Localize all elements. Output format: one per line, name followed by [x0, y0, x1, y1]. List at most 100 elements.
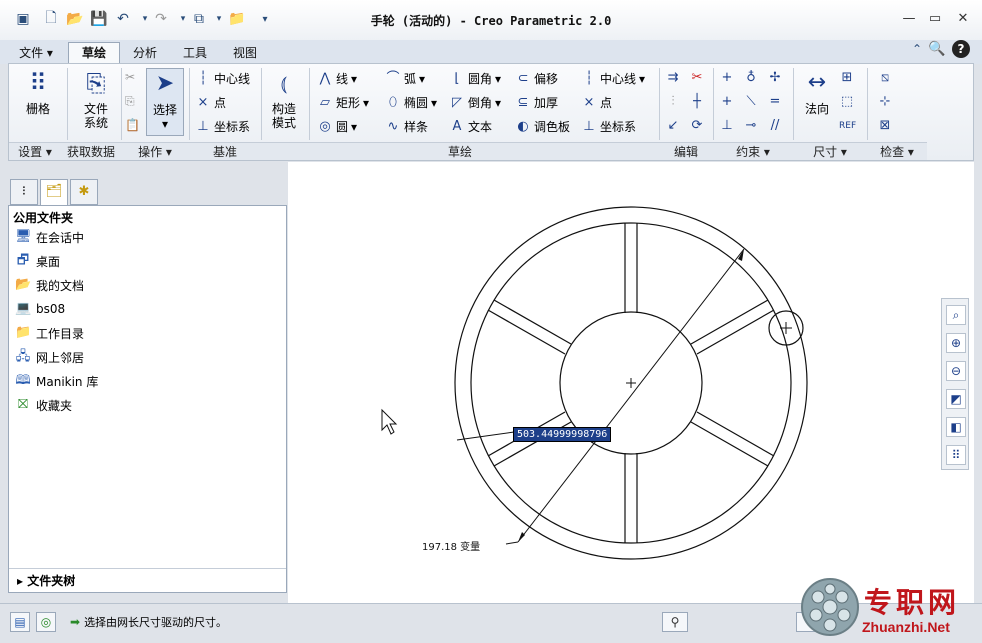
close-icon[interactable]: ✕ — [952, 10, 974, 28]
tab-tools[interactable]: 工具 — [172, 42, 218, 64]
fillet-button[interactable]: ⌊ 圆角 ▾ — [449, 70, 501, 87]
construction-mode-button[interactable]: ⦅ 构造 模式 — [263, 68, 305, 130]
search-icon[interactable]: 🔍 — [928, 40, 946, 58]
folder-tree-toggle[interactable]: ▸ 文件夹树 — [9, 568, 286, 592]
group-constraints[interactable]: 约束 ▾ — [713, 142, 793, 160]
tab-file[interactable]: 文件 ▾ — [10, 42, 62, 64]
refit-icon[interactable]: ⌕ — [946, 305, 966, 325]
vertical-constraint-icon[interactable]: + — [719, 70, 735, 86]
binoculars-icon[interactable]: ⚲ — [662, 612, 688, 632]
spline-button[interactable]: ∿ 样条 — [385, 118, 428, 135]
file-system-button[interactable]: ⎘ 文件 系统 — [69, 68, 123, 130]
normal-dimension-button[interactable]: ↔ 法向 — [797, 68, 837, 116]
offset-button[interactable]: ⊂ 偏移 — [515, 70, 558, 87]
sketch-point-button[interactable]: × 点 — [581, 94, 612, 111]
midpoint-constraint-icon[interactable]: ⟍ — [743, 94, 759, 110]
network-icon: 🖧 — [15, 349, 31, 364]
ribbon-collapse-icon[interactable]: ⌃ — [908, 40, 926, 58]
minimize-icon[interactable]: — — [898, 10, 920, 28]
navigator-toggle-icon[interactable]: ▤ — [10, 612, 30, 632]
sketch-display-icon[interactable]: ⠿ — [946, 445, 966, 465]
chamfer-button[interactable]: ◸ 倒角 ▾ — [449, 94, 501, 111]
tangent-constraint-icon[interactable]: ♁ — [743, 70, 759, 86]
title-bar: ▣ 🗋 📂 💾 ↶ ▾ ↷ ▾ ⧉ ▾ 📁 ▾ 手轮 (活动的) - Creo … — [0, 0, 982, 40]
favorites-tab[interactable]: ✱ — [70, 179, 98, 205]
mirror-icon[interactable]: ⫶ — [665, 94, 681, 110]
offset-icon: ⊂ — [517, 70, 529, 86]
select-button[interactable]: ➤ 选择 ▾ — [146, 68, 184, 136]
tab-view[interactable]: 视图 — [222, 42, 268, 64]
copy-icon[interactable]: ⎘ — [125, 94, 135, 109]
overlapping-geometry-icon[interactable]: ⧅ — [877, 70, 893, 86]
select-arrow-icon: ➤ — [155, 71, 175, 96]
list-item[interactable]: 🕮 Manikin 库 — [15, 371, 98, 391]
list-item[interactable]: 🖥 在会话中 — [15, 227, 84, 247]
paste-icon[interactable]: 📋 — [125, 118, 140, 132]
ellipse-button[interactable]: ⬯ 椭圆 ▾ — [385, 94, 437, 111]
line-button[interactable]: ⋀ 线 ▾ — [317, 70, 357, 87]
coincident-constraint-icon[interactable]: ⊸ — [743, 118, 759, 134]
group-dimension[interactable]: 尺寸 ▾ — [793, 142, 867, 160]
group-settings[interactable]: 设置 ▾ — [9, 142, 61, 160]
text-button[interactable]: A 文本 — [449, 118, 492, 135]
arc-button[interactable]: ⌒ 弧 ▾ — [385, 70, 425, 87]
datum-coordsys-button[interactable]: ⊥ 坐标系 — [195, 118, 250, 135]
circle-button[interactable]: ◎ 圆 ▾ — [317, 118, 357, 135]
tab-analysis[interactable]: 分析 — [122, 42, 168, 64]
chamfer-icon: ◸ — [452, 94, 462, 110]
equal-constraint-icon[interactable]: = — [767, 94, 783, 110]
reference-dim-icon[interactable]: REF — [839, 118, 856, 134]
list-item[interactable]: 🖧 网上邻居 — [15, 347, 84, 367]
perimeter-dim-icon[interactable]: ⊞ — [839, 70, 855, 86]
tab-sketch[interactable]: 草绘 — [68, 42, 120, 64]
list-item[interactable]: ⛝ 收藏夹 — [15, 395, 72, 415]
help-icon[interactable]: ? — [952, 40, 970, 58]
delete-segment-icon[interactable]: ⟳ — [689, 118, 705, 134]
divide-icon[interactable]: ✂ — [689, 70, 705, 86]
construction-icon: ⦅ — [280, 71, 288, 95]
sketch-centerline-button[interactable]: ┆ 中心线 ▾ — [581, 70, 645, 87]
cut-icon[interactable]: ✂ — [125, 70, 135, 84]
repaint-icon[interactable]: ◩ — [946, 389, 966, 409]
thicken-button[interactable]: ⊆ 加厚 — [515, 94, 558, 111]
zoom-out-icon[interactable]: ⊖ — [946, 361, 966, 381]
list-item[interactable]: 📁 工作目录 — [15, 323, 84, 343]
group-operations[interactable]: 操作 ▾ — [121, 142, 189, 160]
display-style-icon[interactable]: ◧ — [946, 417, 966, 437]
list-item[interactable]: 📂 我的文档 — [15, 275, 84, 295]
perpendicular-constraint-icon[interactable]: ⊥ — [719, 118, 735, 134]
highlight-open-ends-icon[interactable]: ⊹ — [877, 94, 893, 110]
datum-point-button[interactable]: × 点 — [195, 94, 226, 111]
grid-button[interactable]: ⠿ 栅格 — [15, 68, 61, 116]
dimension-label[interactable]: 197.18 变量 — [422, 538, 481, 553]
group-inspect[interactable]: 检查 ▾ — [867, 142, 927, 160]
browser-toggle-icon[interactable]: ◎ — [36, 612, 56, 632]
zoom-in-icon[interactable]: ⊕ — [946, 333, 966, 353]
sketch-drawing[interactable] — [288, 162, 974, 603]
model-tree-tab[interactable]: ⁝ — [10, 179, 38, 205]
sketch-coordsys-button[interactable]: ⊥ 坐标系 — [581, 118, 636, 135]
dimension-edit-input[interactable]: 503.44999998796 — [513, 427, 612, 442]
list-item[interactable]: 💻 bs08 — [15, 299, 65, 319]
palette-icon: ◐ — [517, 118, 529, 134]
sketch-canvas[interactable]: 503.44999998796 197.18 变量 — [288, 162, 974, 603]
datum-centerline-button[interactable]: ┆ 中心线 — [195, 70, 250, 87]
symmetric-constraint-icon[interactable]: ✢ — [767, 70, 783, 86]
rotate-resize-icon[interactable]: ↙ — [665, 118, 681, 134]
sketch-centerline-icon: ┆ — [585, 70, 593, 86]
horizontal-constraint-icon[interactable]: + — [719, 94, 735, 110]
text-icon: A — [452, 118, 462, 134]
watermark-en: Zhuanzhi.Net — [862, 619, 950, 635]
watermark-cn: 专职网 — [864, 586, 961, 619]
window-title: 手轮 (活动的) - Creo Parametric 2.0 — [370, 14, 612, 28]
corner-icon[interactable]: ┼ — [689, 94, 705, 110]
shade-closed-loops-icon[interactable]: ⊠ — [877, 118, 893, 134]
baseline-dim-icon[interactable]: ⬚ — [839, 94, 855, 110]
parallel-constraint-icon[interactable]: // — [767, 118, 783, 134]
list-item[interactable]: 🗗 桌面 — [15, 251, 60, 271]
maximize-icon[interactable]: ▭ — [924, 10, 946, 28]
rectangle-button[interactable]: ▱ 矩形 ▾ — [317, 94, 369, 111]
palette-button[interactable]: ◐ 调色板 — [515, 118, 570, 135]
folder-browser-tab[interactable]: 🗂 — [40, 179, 68, 205]
modify-icon[interactable]: ⇉ — [665, 70, 681, 86]
